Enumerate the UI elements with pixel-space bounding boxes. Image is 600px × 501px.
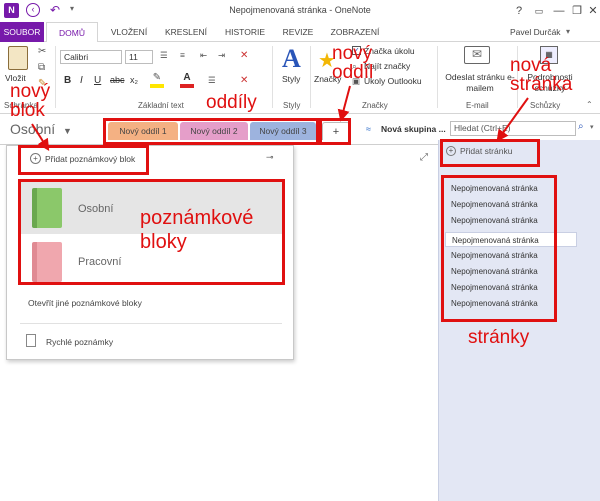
delete-icon[interactable]: ✕ [240, 75, 248, 86]
paste-icon[interactable] [8, 46, 28, 70]
user-name[interactable]: Pavel Durčák [510, 27, 561, 37]
section-group-label[interactable]: Nová skupina ... [381, 124, 446, 134]
separator [272, 46, 273, 108]
annotation-new-section: nový oddíl [332, 43, 374, 83]
email-icon[interactable]: ✉ [464, 46, 490, 64]
notebook-name: Osobní [10, 121, 56, 137]
title-bar: N ‹ ↶ ▾ Nepojmenovaná stránka - OneNote … [0, 0, 600, 22]
font-name-input[interactable]: Calibri [60, 50, 122, 64]
strikethrough-icon[interactable]: abc [110, 75, 125, 85]
tab-home[interactable]: DOMŮ [46, 22, 98, 43]
email-page-button[interactable]: Odeslat stránku e-mailem [444, 72, 516, 94]
annotation-notebooks: poznámkové bloky [140, 207, 254, 253]
highlight-icon[interactable]: ✎ [150, 72, 164, 88]
tags-group-label: Značky [362, 101, 388, 110]
pin-icon[interactable]: ⊸ [266, 152, 274, 163]
annotation-box-add-page [440, 139, 540, 167]
separator [310, 46, 311, 108]
font-color-icon[interactable]: A [180, 72, 194, 88]
styles-icon[interactable]: A [282, 44, 301, 74]
open-other-notebooks-link[interactable]: Otevřít jiné poznámkové bloky [28, 298, 142, 308]
annotation-sections: oddíly [206, 92, 257, 113]
section-group-icon: ≈ [366, 124, 371, 134]
annotation-new-page: nová stránka [510, 55, 573, 95]
chevron-down-icon: ▼ [63, 126, 72, 136]
notebook-selector[interactable]: Osobní ▼ [10, 121, 72, 137]
indent-icon[interactable]: ⇥ [218, 50, 225, 61]
numbering-icon[interactable]: ≡ [180, 50, 185, 60]
annotation-pages: stránky [468, 327, 530, 348]
annotation-box-sections [103, 118, 319, 145]
collapse-ribbon-icon[interactable]: ⌃ [586, 100, 593, 109]
search-icon[interactable]: ⌕ [578, 121, 584, 132]
outdent-icon[interactable]: ⇤ [200, 50, 207, 61]
annotation-box-add-section [319, 118, 351, 145]
font-size-input[interactable]: 11 [125, 50, 153, 64]
italic-icon[interactable]: I [80, 75, 83, 86]
separator [437, 46, 438, 108]
styles-button[interactable]: Styly [282, 74, 300, 84]
align-icon[interactable]: ☰ [208, 75, 216, 86]
close-button[interactable]: ✕ [582, 2, 600, 20]
tab-insert[interactable]: VLOŽENÍ [104, 22, 154, 42]
subscript-icon[interactable]: x₂ [130, 75, 138, 85]
tab-history[interactable]: HISTORIE [218, 22, 272, 42]
expand-icon[interactable]: ⤢ [420, 152, 428, 163]
meetings-group-label: Schůzky [530, 101, 561, 110]
bold-icon[interactable]: B [64, 75, 71, 86]
tab-view[interactable]: ZOBRAZENÍ [324, 22, 386, 42]
tab-file[interactable]: SOUBOR [0, 22, 44, 42]
search-input[interactable]: Hledat (Ctrl+E) [450, 121, 576, 136]
cut-icon[interactable]: ✂ [38, 46, 46, 57]
clear-format-icon[interactable]: ✕ [240, 50, 248, 61]
search-dropdown-icon[interactable]: ▾ [590, 123, 594, 131]
styles-group-label: Styly [283, 101, 301, 110]
restore-ribbon-icon[interactable]: ▭ [528, 2, 550, 20]
basic-text-group-label: Základní text [138, 101, 184, 110]
quick-notes-icon [26, 334, 36, 347]
ribbon-tabs: SOUBOR DOMŮ VLOŽENÍ KRESLENÍ HISTORIE RE… [0, 22, 600, 43]
user-dropdown-icon[interactable]: ▾ [566, 27, 570, 36]
quick-notes-link[interactable]: Rychlé poznámky [46, 337, 113, 347]
help-button[interactable]: ? [508, 2, 530, 20]
email-group-label: E-mail [466, 101, 489, 110]
copy-icon[interactable]: ⧉ [38, 62, 45, 73]
annotation-box-pages [441, 175, 557, 322]
bullets-icon[interactable]: ☰ [160, 50, 168, 61]
tab-review[interactable]: REVIZE [278, 22, 318, 42]
tab-draw[interactable]: KRESLENÍ [158, 22, 214, 42]
separator [20, 323, 282, 324]
underline-icon[interactable]: U [94, 75, 101, 86]
annotation-new-block: nový blok [10, 81, 51, 121]
annotation-box-add-notebook [18, 145, 149, 175]
separator [55, 46, 56, 108]
